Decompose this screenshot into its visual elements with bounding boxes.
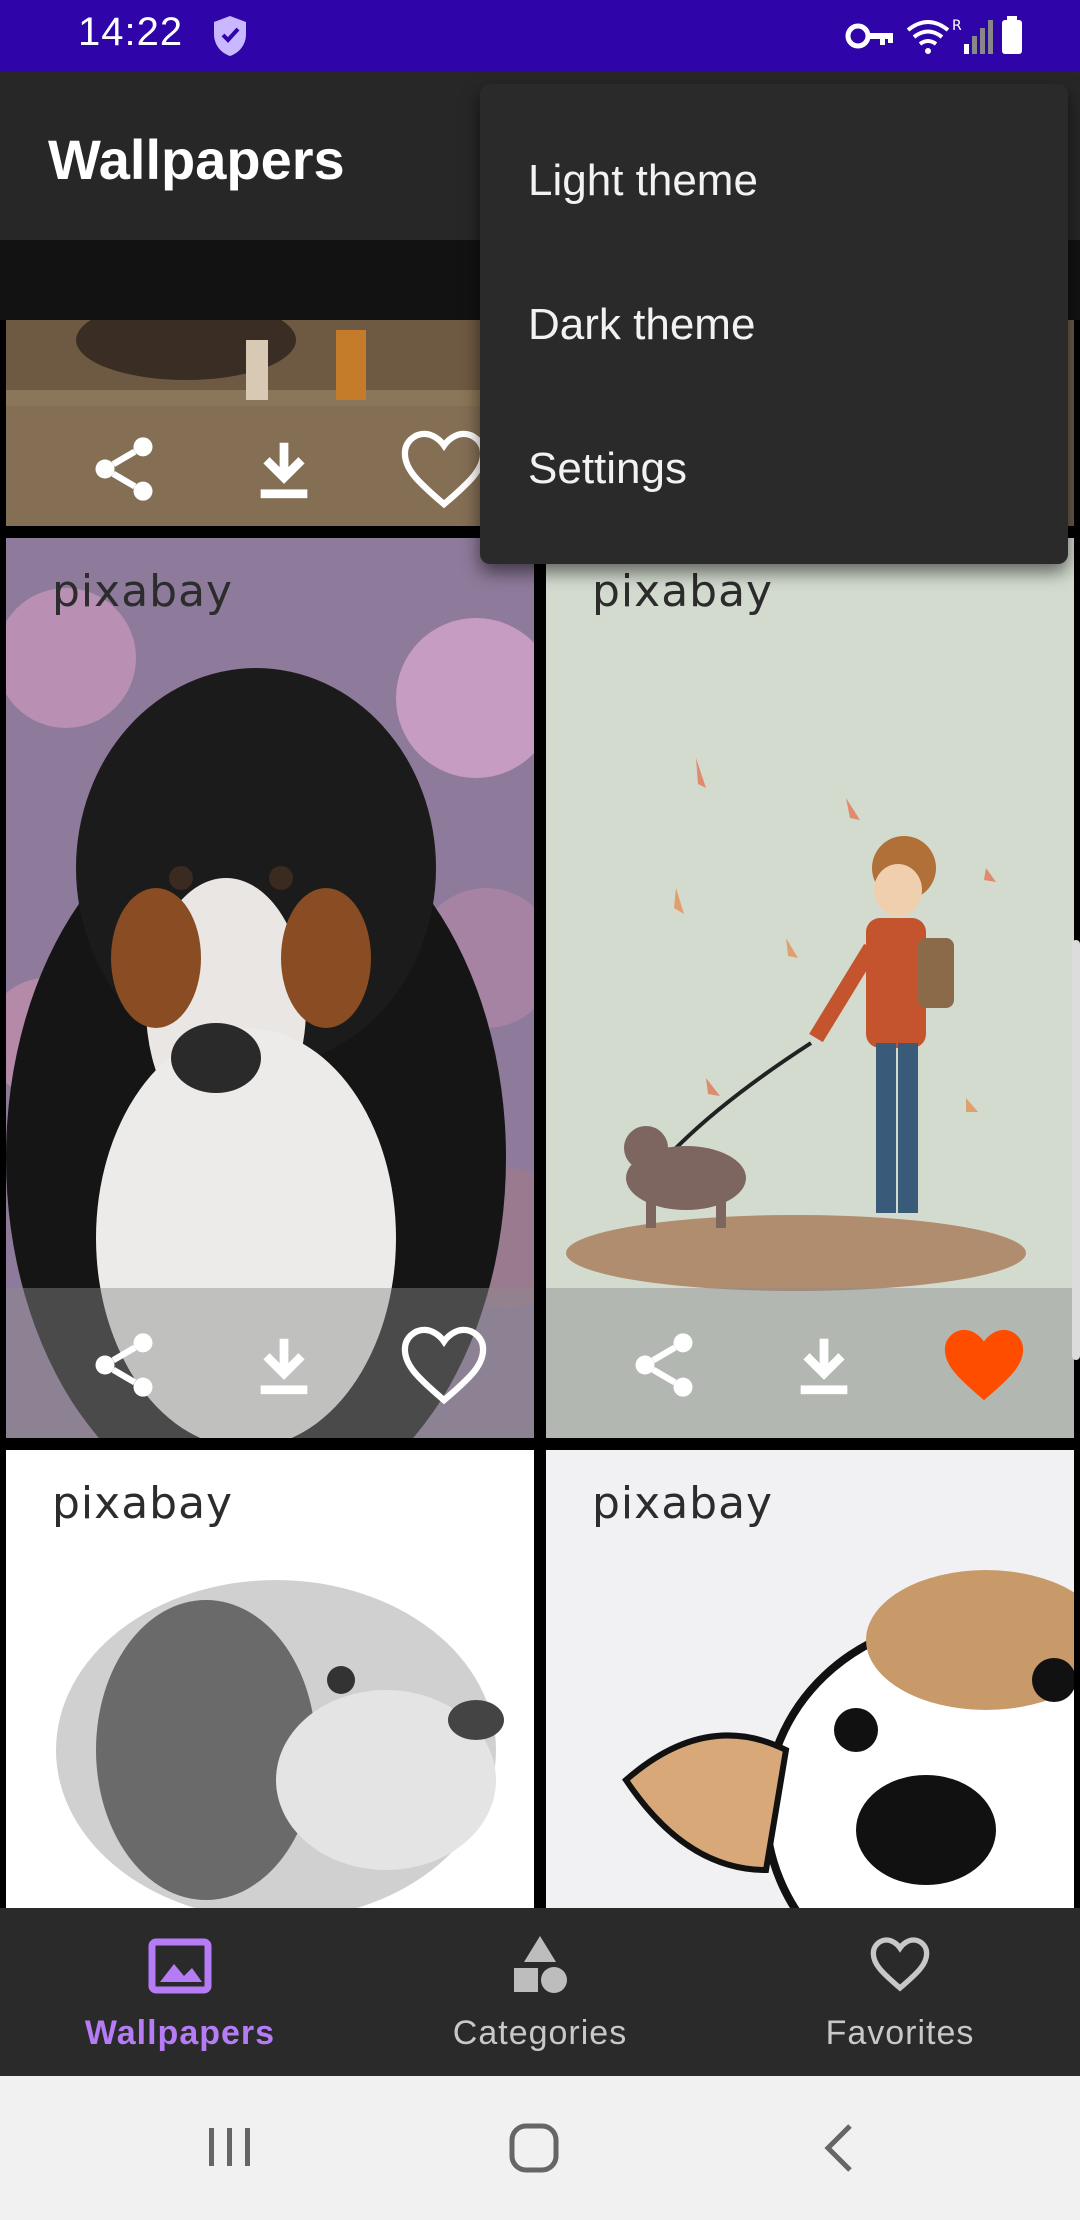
watermark: pixabay [592,566,774,617]
download-icon[interactable] [776,1322,872,1408]
recents-icon[interactable] [205,2124,255,2175]
shield-icon [210,14,250,63]
menu-item-settings[interactable]: Settings [528,444,687,494]
nav-label: Favorites [825,2014,975,2052]
shapes-icon [508,1934,572,1999]
svg-text:R: R [952,18,962,34]
signal-icon: R [952,18,993,54]
watermark: pixabay [592,1478,774,1529]
heart-outline-icon [868,1934,932,1999]
nav-item-categories[interactable]: Categories [360,1908,720,2076]
back-icon[interactable] [820,2122,860,2179]
tile-actions [6,406,534,526]
watermark: pixabay [52,566,234,617]
wifi-icon [906,20,950,54]
battery-icon [1002,16,1022,54]
menu-item-light-theme[interactable]: Light theme [528,156,758,206]
tile-actions [6,1288,534,1438]
download-icon[interactable] [236,1322,332,1408]
bottom-navigation: Wallpapers Categories Favorites [0,1908,1080,2076]
nav-item-favorites[interactable]: Favorites [720,1908,1080,2076]
image-icon [148,1934,212,1999]
system-navigation-bar [0,2076,1080,2220]
menu-item-dark-theme[interactable]: Dark theme [528,300,755,350]
home-icon[interactable] [508,2122,560,2179]
share-icon[interactable] [76,426,172,512]
favorite-outline-icon[interactable] [396,1322,492,1408]
share-icon[interactable] [76,1322,172,1408]
nav-label: Categories [452,2014,628,2052]
status-icons: R [840,14,1080,58]
wallpaper-tile[interactable]: pixabay [546,1450,1074,1908]
wallpaper-tile[interactable] [6,320,534,526]
scrollbar[interactable] [1072,940,1080,1360]
status-time: 14:22 [78,10,184,54]
page-title: Wallpapers [48,128,345,191]
favorite-filled-icon[interactable] [936,1322,1032,1408]
wallpaper-tile[interactable]: pixabay [6,538,534,1438]
watermark: pixabay [52,1478,234,1529]
overflow-menu: Light theme Dark theme Settings [480,84,1068,564]
wallpaper-tile[interactable]: pixabay [6,1450,534,1908]
tile-actions [546,1288,1074,1438]
favorite-outline-icon[interactable] [396,426,492,512]
share-icon[interactable] [616,1322,712,1408]
nav-item-wallpapers[interactable]: Wallpapers [0,1908,360,2076]
vpn-key-icon [845,23,893,49]
wallpaper-tile[interactable]: pixabay [546,538,1074,1438]
status-bar: 14:22 R [0,0,1080,72]
nav-label: Wallpapers [84,2014,276,2052]
download-icon[interactable] [236,426,332,512]
